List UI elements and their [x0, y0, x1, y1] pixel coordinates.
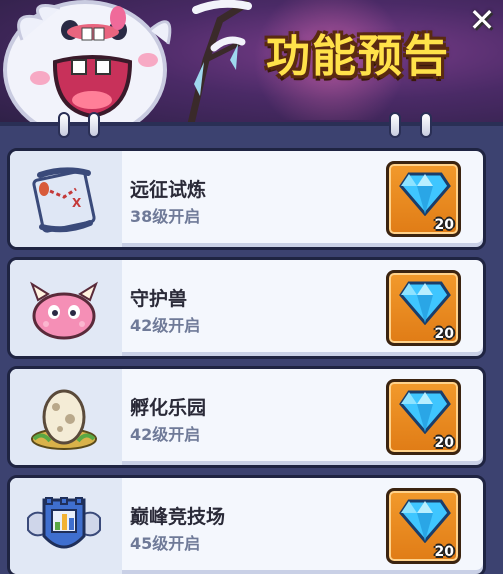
feature-unlock-level: 42级开启 [130, 425, 201, 444]
reward-count: 20 [434, 544, 454, 560]
diamond-icon [399, 390, 451, 434]
page-title: 功能预告 [266, 31, 450, 82]
feature-icon-box [10, 260, 122, 356]
reward-button[interactable]: 20 [386, 488, 461, 564]
feature-list-panel: X 远征试炼 38级开启 20 守护兽 42级开启 20 孵化乐园 42级开启 … [0, 112, 503, 574]
reward-count: 20 [434, 326, 454, 342]
diamond-icon [399, 281, 451, 325]
feature-unlock-level: 42级开启 [130, 316, 201, 335]
pink-monster-icon [30, 281, 98, 340]
feature-row-expedition: X 远征试炼 38级开启 20 [7, 148, 486, 250]
diamond-icon [399, 172, 451, 216]
reward-button[interactable]: 20 [386, 161, 461, 237]
reward-button[interactable]: 20 [386, 379, 461, 455]
egg-nest-icon [31, 389, 97, 450]
feature-icon-box: X [10, 151, 122, 247]
reward-count: 20 [434, 217, 454, 233]
scroll-map-icon: X [32, 167, 96, 233]
panel-peg [389, 112, 401, 138]
feature-icon-box [10, 478, 122, 574]
feature-icon-box [10, 369, 122, 465]
reward-count: 20 [434, 435, 454, 451]
svg-text:X: X [72, 196, 82, 210]
feature-name: 孵化乐园 [130, 397, 207, 419]
feature-name: 远征试炼 [130, 179, 207, 201]
feature-row-peak-arena: 巅峰竞技场 45级开启 20 [7, 475, 486, 574]
diamond-icon [399, 499, 451, 543]
feature-name: 巅峰竞技场 [130, 506, 226, 528]
feature-row-hatching-park: 孵化乐园 42级开启 20 [7, 366, 486, 468]
panel-peg [88, 112, 100, 138]
panel-peg [420, 112, 432, 138]
feature-unlock-level: 38级开启 [130, 207, 201, 226]
feature-name: 守护兽 [130, 288, 188, 310]
frozen-branch-icon [186, 0, 252, 128]
header-banner: 功能预告 ✕ [0, 0, 503, 128]
feature-row-guardian-beast: 守护兽 42级开启 20 [7, 257, 486, 359]
panel-peg [58, 112, 70, 138]
arena-shield-icon [27, 497, 101, 549]
close-button[interactable]: ✕ [466, 4, 498, 36]
reward-button[interactable]: 20 [386, 270, 461, 346]
feature-unlock-level: 45级开启 [130, 534, 201, 553]
